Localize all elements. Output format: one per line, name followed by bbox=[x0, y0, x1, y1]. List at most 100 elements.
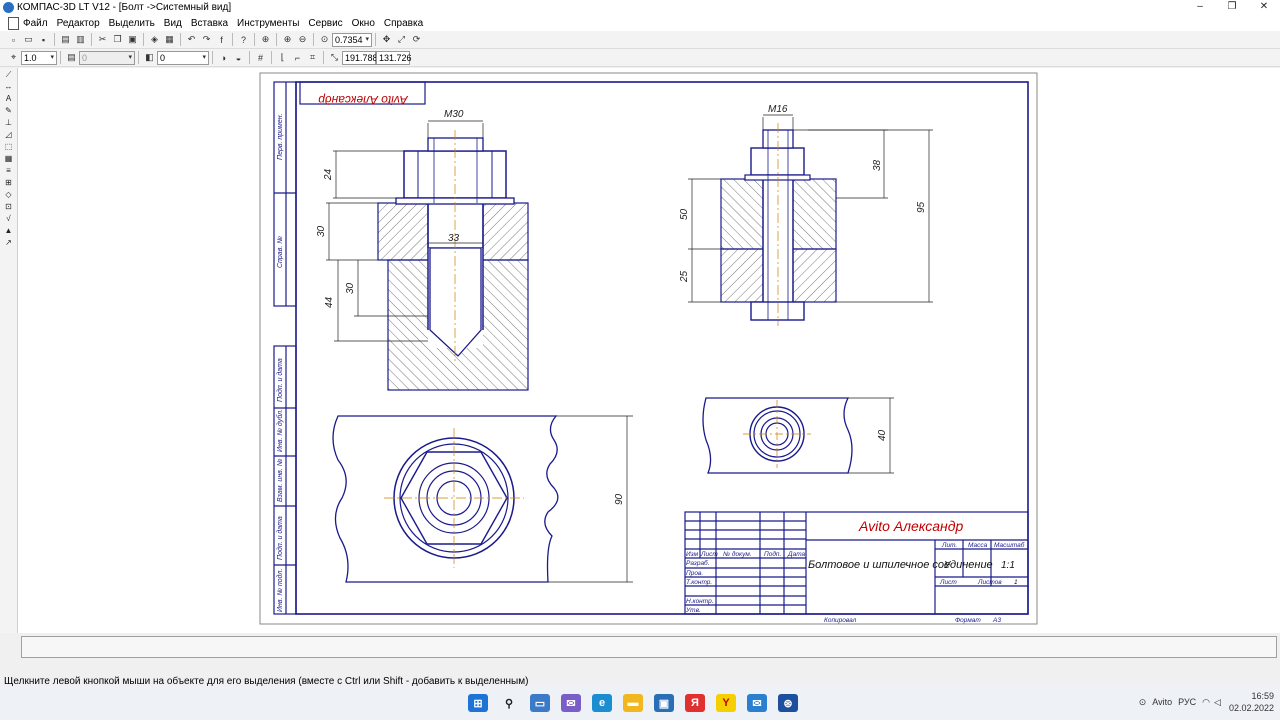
zoom-scale-icon[interactable]: ⊙ bbox=[318, 34, 331, 46]
parametrization-icon[interactable]: ⊥ bbox=[3, 118, 14, 128]
snap-icon[interactable]: ⌗ bbox=[306, 52, 319, 64]
clock[interactable]: 16:59 02.02.2022 bbox=[1229, 690, 1274, 714]
refresh-icon[interactable]: ⟳ bbox=[410, 34, 423, 46]
standard-toolbar: ▫ ▭ ▪ ▤ ▥ ✂ ❐ ▣ ◈ ▦ ↶ ↷ f ? ⊕ ⊕ ⊖ ⊙ 0.73… bbox=[0, 31, 1280, 49]
reports-icon[interactable]: ≡ bbox=[3, 166, 14, 176]
layer-combobox[interactable]: 0 ▾ bbox=[79, 50, 135, 65]
menu-view[interactable]: Вид bbox=[164, 18, 182, 29]
chevron-down-icon: ▾ bbox=[50, 53, 54, 61]
zoom-in-icon[interactable]: ⊕ bbox=[281, 34, 294, 46]
zoom-window-icon[interactable]: ⊕ bbox=[259, 34, 272, 46]
top-stamp-text: Avito Александр bbox=[318, 93, 409, 107]
new-file-icon[interactable]: ▫ bbox=[7, 34, 20, 46]
color-style-icon[interactable]: ◑ bbox=[217, 52, 230, 64]
open-file-icon[interactable]: ▭ bbox=[22, 34, 35, 46]
ortho-icon[interactable]: ⌐ bbox=[291, 52, 304, 64]
selection-icon[interactable]: ⬚ bbox=[3, 142, 14, 152]
undo-icon[interactable]: ↶ bbox=[185, 34, 198, 46]
library-icon[interactable]: ▦ bbox=[163, 34, 176, 46]
edit-icon[interactable]: ✎ bbox=[3, 106, 14, 116]
help-pointer-icon[interactable]: ? bbox=[237, 34, 250, 46]
document-icon[interactable] bbox=[8, 16, 19, 30]
layer-icon[interactable]: ▤ bbox=[65, 52, 78, 64]
drawing-workspace[interactable]: Перв. примен. Справ. № Подп. и дата Инв.… bbox=[18, 68, 1280, 633]
zoom-out-icon[interactable]: ⊖ bbox=[296, 34, 309, 46]
properties-icon[interactable]: ◈ bbox=[148, 34, 161, 46]
close-button[interactable]: ✕ bbox=[1248, 0, 1280, 15]
stud-top-view bbox=[702, 397, 853, 474]
kompas-taskbar-icon[interactable]: ⊛ bbox=[778, 694, 798, 712]
style-combobox[interactable]: 0 ▾ bbox=[157, 50, 209, 65]
tolerance-icon[interactable]: ⊡ bbox=[3, 202, 14, 212]
drawing-canvas[interactable]: Перв. примен. Справ. № Подп. и дата Инв.… bbox=[18, 68, 1280, 633]
menu-tools[interactable]: Инструменты bbox=[237, 18, 299, 29]
show-all-icon[interactable]: ⤢ bbox=[395, 34, 408, 46]
toolbar-separator bbox=[323, 51, 324, 64]
language-indicator[interactable]: РУС bbox=[1178, 697, 1196, 707]
coord-y-field[interactable]: 131.726 bbox=[376, 50, 412, 65]
menu-file[interactable]: Файл bbox=[23, 18, 48, 29]
yandex-icon[interactable]: Y bbox=[716, 694, 736, 712]
title-block-role: Разраб. bbox=[686, 559, 710, 567]
menu-insert[interactable]: Вставка bbox=[191, 18, 228, 29]
title-block-company: Avito Александр bbox=[858, 518, 963, 534]
status-area: Щелкните левой кнопкой мыши на объекте д… bbox=[0, 633, 1280, 687]
zoom-combobox[interactable]: 0.7354 ▾ bbox=[332, 32, 372, 47]
insert-icon[interactable]: ⊞ bbox=[3, 178, 14, 188]
save-icon[interactable]: ▪ bbox=[37, 34, 50, 46]
file-explorer-icon[interactable]: ▬ bbox=[623, 694, 643, 712]
properties-panel[interactable] bbox=[21, 636, 1277, 658]
mail-icon[interactable]: ✉ bbox=[747, 694, 767, 712]
task-view-icon[interactable]: ▭ bbox=[530, 694, 550, 712]
pan-icon[interactable]: ✥ bbox=[380, 34, 393, 46]
title-block-row-label: № докум. bbox=[723, 550, 752, 558]
local-cs-icon[interactable]: ⌊ bbox=[276, 52, 289, 64]
fragment-icon[interactable]: ◇ bbox=[3, 190, 14, 200]
maximize-button[interactable]: ❐ bbox=[1216, 0, 1248, 15]
redo-icon[interactable]: ↷ bbox=[200, 34, 213, 46]
wifi-icon[interactable]: ◠ bbox=[1202, 697, 1210, 708]
store-icon[interactable]: ▣ bbox=[654, 694, 674, 712]
title-bar: КОМПАС-3D LT V12 - [Болт ->Системный вид… bbox=[0, 0, 1280, 15]
print-preview-icon[interactable]: ▤ bbox=[59, 34, 72, 46]
menu-window[interactable]: Окно bbox=[352, 18, 375, 29]
copy-icon[interactable]: ❐ bbox=[111, 34, 124, 46]
cut-icon[interactable]: ✂ bbox=[96, 34, 109, 46]
function-icon[interactable]: f bbox=[215, 34, 228, 46]
measure-icon[interactable]: ◿ bbox=[3, 130, 14, 140]
microphone-icon[interactable]: ⊙ bbox=[1139, 697, 1147, 708]
windows-start-icon[interactable]: ⊞ bbox=[468, 694, 488, 712]
grid-icon[interactable]: # bbox=[254, 52, 267, 64]
menu-help[interactable]: Справка bbox=[384, 18, 423, 29]
step-icon[interactable]: ⌖ bbox=[7, 52, 20, 64]
leader-icon[interactable]: ↗ bbox=[3, 238, 14, 248]
current-state-toolbar: ⌖ 1.0 ▾ ▤ 0 ▾ ◧ 0 ▾ ◑ ◒ # ⌊ ⌐ ⌗ ⤡ 191.788 1… bbox=[0, 49, 1280, 67]
step-combobox[interactable]: 1.0 ▾ bbox=[21, 50, 57, 65]
minimize-button[interactable]: – bbox=[1184, 0, 1216, 15]
side-label: Взам. инв. № bbox=[277, 458, 284, 502]
hatch-style-icon[interactable]: ◒ bbox=[232, 52, 245, 64]
dim-25: 25 bbox=[679, 270, 690, 283]
volume-icon[interactable]: ◁ bbox=[1214, 697, 1221, 708]
search-icon[interactable]: ⚲ bbox=[499, 694, 519, 712]
dimensions-icon[interactable]: ↔ bbox=[3, 82, 14, 92]
roughness-icon[interactable]: √ bbox=[3, 214, 14, 224]
print-icon[interactable]: ▥ bbox=[74, 34, 87, 46]
paste-icon[interactable]: ▣ bbox=[126, 34, 139, 46]
base-icon[interactable]: ▲ bbox=[3, 226, 14, 236]
edge-browser-icon[interactable]: e bbox=[592, 694, 612, 712]
menu-editor[interactable]: Редактор bbox=[57, 18, 100, 29]
coord-x-field[interactable]: 191.788 bbox=[342, 50, 378, 65]
spec-icon[interactable]: ▦ bbox=[3, 154, 14, 164]
toolbar-separator bbox=[313, 33, 314, 46]
geometry-icon[interactable]: ⟋ bbox=[3, 70, 14, 80]
yandex-browser-icon[interactable]: Я bbox=[685, 694, 705, 712]
symbols-icon[interactable]: A bbox=[3, 94, 14, 104]
style-icon[interactable]: ◧ bbox=[143, 52, 156, 64]
toolbar-separator bbox=[180, 33, 181, 46]
style-value: 0 bbox=[160, 52, 166, 63]
menu-service[interactable]: Сервис bbox=[308, 18, 342, 29]
menu-select[interactable]: Выделить bbox=[109, 18, 155, 29]
window-title: КОМПАС-3D LT V12 - [Болт ->Системный вид… bbox=[17, 2, 232, 13]
chat-icon[interactable]: ✉ bbox=[561, 694, 581, 712]
